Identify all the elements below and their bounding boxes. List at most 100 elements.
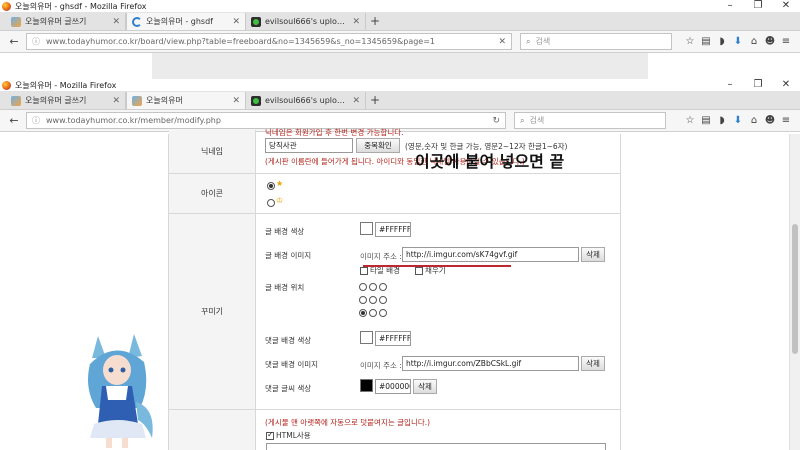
reload-icon[interactable]: ↻: [492, 116, 500, 126]
reply-bg-image-input[interactable]: http://i.imgur.com/ZBbCSkL.gif: [402, 356, 579, 371]
scrollbar-thumb[interactable]: [792, 224, 798, 354]
tab-close-icon[interactable]: ✕: [232, 17, 240, 27]
reply-font-color-input[interactable]: #000000: [375, 379, 411, 394]
position-radio-tc[interactable]: [369, 283, 377, 291]
annotation-text: 이곳에 붙여 넣으면 끝: [415, 152, 565, 171]
menu-icon[interactable]: ≡: [778, 36, 794, 47]
bg-image-input[interactable]: http://i.imgur.com/sK74gvf.gif: [402, 247, 579, 262]
position-radio-tr[interactable]: [379, 283, 387, 291]
maximize-button[interactable]: ❐: [744, 79, 772, 91]
back-arrow-icon[interactable]: ←: [6, 35, 22, 48]
html-checkbox[interactable]: [266, 430, 274, 440]
imgur-favicon-icon: [251, 95, 261, 106]
pocket-icon[interactable]: ◗: [714, 115, 730, 126]
tab-strip: 오늘의유머 글쓰기 ✕ 오늘의유머 - ghsdf ✕ evilsoul666'…: [0, 12, 800, 31]
url-text: www.todayhumor.co.kr/member/modify.php: [46, 116, 221, 125]
icon-radio-1[interactable]: [267, 182, 275, 190]
new-tab-button[interactable]: +: [366, 13, 384, 30]
tab-close-icon[interactable]: ✕: [112, 96, 120, 106]
window-title: 오늘의유머 - ghsdf - Mozilla Firefox: [15, 1, 147, 11]
url-bar[interactable]: ⓘ www.todayhumor.co.kr/board/view.php?ta…: [26, 33, 512, 50]
page-scrollbar[interactable]: [789, 134, 800, 450]
home-icon[interactable]: ⌂: [746, 36, 762, 47]
reply-font-color-swatch[interactable]: [360, 379, 373, 392]
nav-bar: ← ⓘ www.todayhumor.co.kr/board/view.php?…: [0, 31, 800, 53]
home-icon[interactable]: ⌂: [746, 115, 762, 126]
bg-color-input[interactable]: #FFFFFF: [375, 222, 411, 237]
tab-label: 오늘의유머: [146, 96, 183, 105]
firefox-logo-icon: [2, 80, 11, 90]
tab-label: evilsoul666's uploaded i...: [265, 96, 348, 105]
fill-checkbox[interactable]: [415, 267, 423, 275]
close-window-button[interactable]: ✕: [772, 0, 800, 12]
reply-font-color-delete-button[interactable]: 삭제: [413, 379, 437, 394]
bg-image-delete-button[interactable]: 삭제: [581, 247, 605, 262]
position-radio-bc[interactable]: [369, 309, 377, 317]
position-radio-ml[interactable]: [359, 296, 367, 304]
tab-close-icon[interactable]: ✕: [112, 17, 120, 27]
tab-label: 오늘의유머 글쓰기: [25, 96, 87, 105]
mascot-character-image: [88, 334, 153, 448]
minimize-button[interactable]: –: [716, 79, 744, 91]
bookmark-star-icon[interactable]: ☆: [682, 36, 698, 47]
imgur-favicon-icon: [251, 16, 261, 27]
page-info-icon[interactable]: ⓘ: [32, 36, 40, 47]
tab-close-icon[interactable]: ✕: [232, 96, 240, 106]
nickname-input[interactable]: 당직사관: [265, 138, 353, 153]
search-box[interactable]: ⌕ 검색: [520, 33, 672, 50]
back-page-content: [0, 53, 800, 79]
reload-icon[interactable]: ✕: [498, 37, 506, 47]
pocket-icon[interactable]: ◗: [714, 36, 730, 47]
account-icon[interactable]: ☻: [762, 115, 778, 126]
minimize-button[interactable]: –: [716, 0, 744, 12]
toolbar-icons: ☆ ▤ ◗ ⬇ ⌂ ☻ ≡: [682, 115, 794, 126]
reading-list-icon[interactable]: ▤: [698, 36, 714, 47]
menu-icon[interactable]: ≡: [778, 115, 794, 126]
reading-list-icon[interactable]: ▤: [698, 115, 714, 126]
download-icon[interactable]: ⬇: [730, 36, 746, 47]
back-arrow-icon[interactable]: ←: [6, 114, 22, 127]
position-radio-br[interactable]: [379, 309, 387, 317]
mascot-collar: [106, 386, 128, 400]
position-radio-mc[interactable]: [369, 296, 377, 304]
reply-bg-color-input[interactable]: #FFFFFF: [375, 331, 411, 346]
tab-close-icon[interactable]: ✕: [352, 96, 360, 106]
search-placeholder: 검색: [535, 37, 551, 46]
tab-close-icon[interactable]: ✕: [352, 17, 360, 27]
reply-bg-color-swatch[interactable]: [360, 331, 373, 344]
window-controls: – ❐ ✕: [716, 0, 800, 12]
bg-color-swatch[interactable]: [360, 222, 373, 235]
tab-modify[interactable]: 오늘의유머 ✕: [126, 92, 246, 109]
tab-write[interactable]: 오늘의유머 글쓰기 ✕: [6, 13, 126, 30]
nickname-check-button[interactable]: 중복확인: [356, 138, 400, 153]
site-favicon-icon: [11, 95, 21, 106]
position-radio-tl[interactable]: [359, 283, 367, 291]
maximize-button[interactable]: ❐: [744, 0, 772, 12]
tab-strip: 오늘의유머 글쓰기 ✕ 오늘의유머 ✕ evilsoul666's upload…: [0, 91, 800, 110]
icon-radio-2[interactable]: [267, 199, 275, 207]
search-box[interactable]: ⌕ 검색: [514, 112, 666, 129]
reply-bg-image-delete-button[interactable]: 삭제: [581, 356, 605, 371]
tab-label: 오늘의유머 글쓰기: [25, 17, 87, 26]
tab-view-post[interactable]: 오늘의유머 - ghsdf ✕: [126, 13, 246, 30]
position-radio-bl[interactable]: [359, 309, 367, 317]
signature-textarea[interactable]: [266, 443, 606, 450]
bookmark-star-icon[interactable]: ☆: [682, 115, 698, 126]
tab-imgur[interactable]: evilsoul666's uploaded i... ✕: [246, 92, 366, 109]
mascot-eye-left: [108, 367, 114, 373]
mascot-leg-left: [106, 438, 112, 448]
title-bar: 오늘의유머 - Mozilla Firefox – ❐ ✕: [0, 79, 800, 91]
new-tab-button[interactable]: +: [366, 92, 384, 109]
tab-imgur[interactable]: evilsoul666's uploaded i... ✕: [246, 13, 366, 30]
icon-row: 아이콘 ★ ♔: [169, 174, 620, 214]
download-icon[interactable]: ⬇: [730, 115, 746, 126]
tile-checkbox[interactable]: [360, 267, 368, 275]
account-icon[interactable]: ☻: [762, 36, 778, 47]
position-radio-mr[interactable]: [379, 296, 387, 304]
bg-position-label: 글 배경 위치: [265, 283, 305, 292]
decoration-row: 꾸미기 글 배경 색상 #FFFFFF 글 배경 이미지 이미지 주소 : ht…: [169, 214, 620, 410]
tab-write[interactable]: 오늘의유머 글쓰기 ✕: [6, 92, 126, 109]
signature-row: (게시물 맨 아랫쪽에 자동으로 덧붙여지는 글입니다.) HTML사용: [169, 410, 620, 450]
page-info-icon[interactable]: ⓘ: [32, 115, 40, 126]
close-window-button[interactable]: ✕: [772, 79, 800, 91]
